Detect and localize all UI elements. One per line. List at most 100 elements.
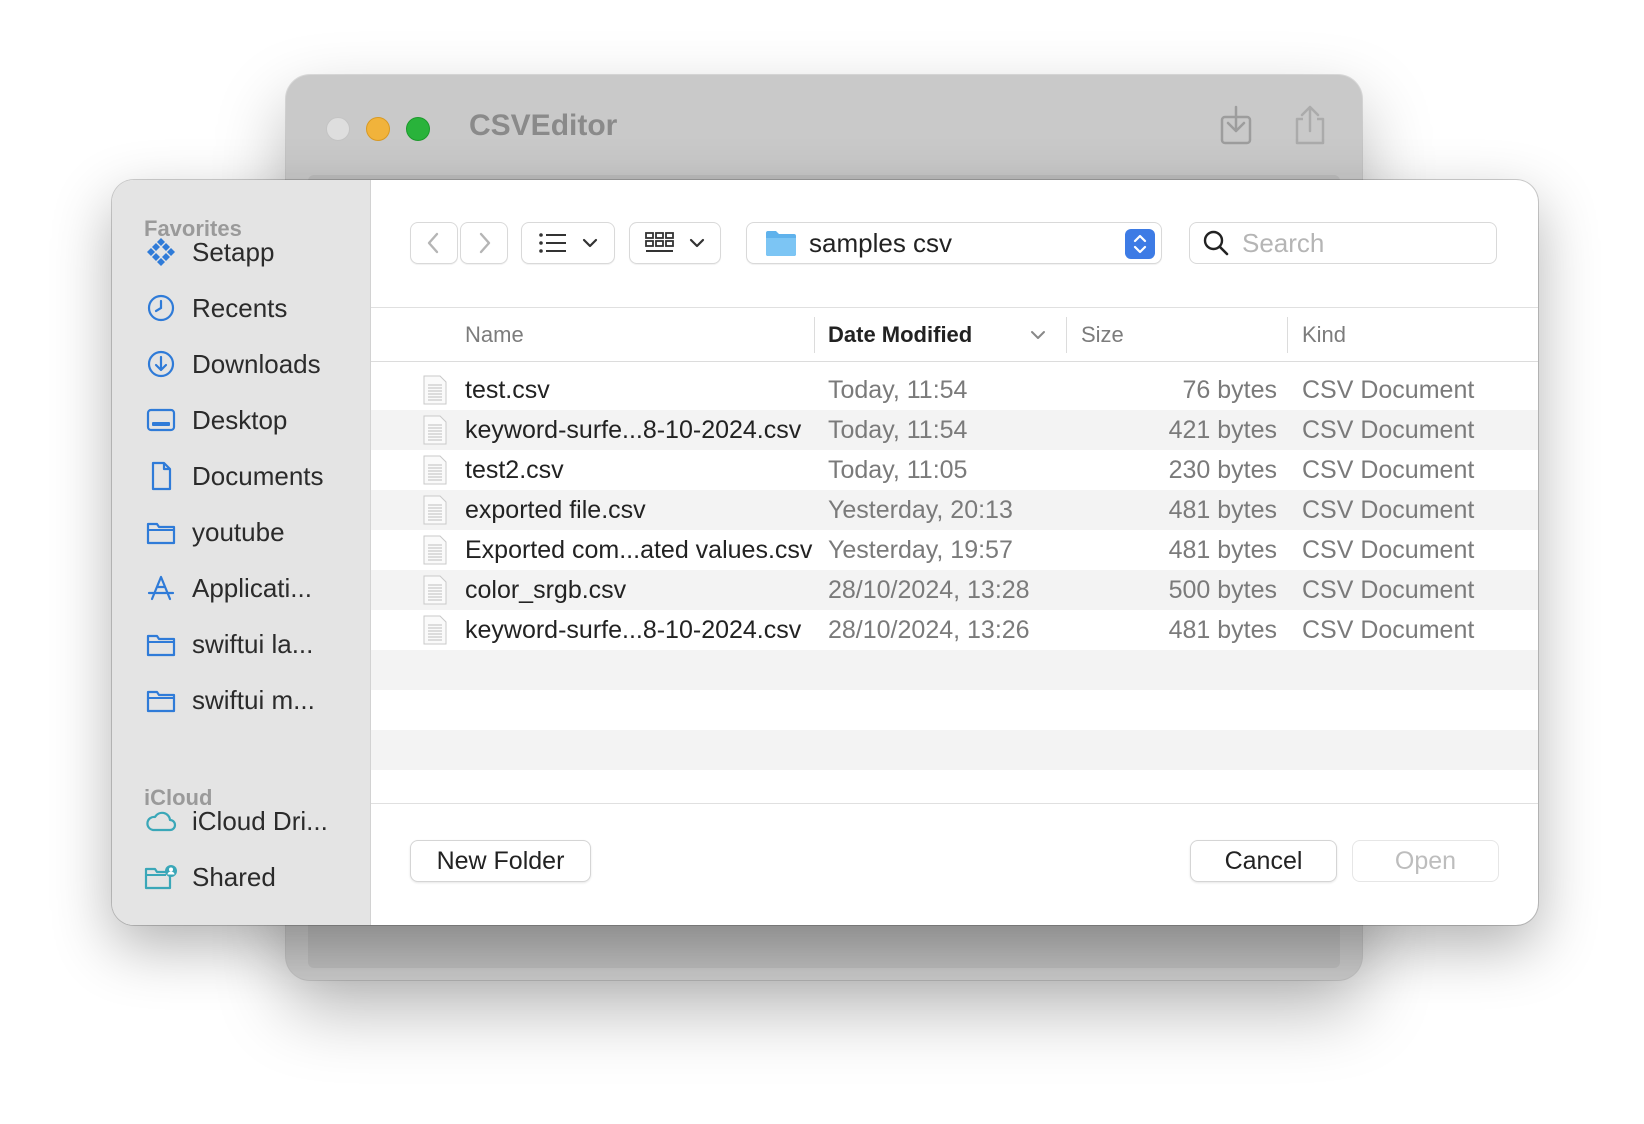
sidebar-item-youtube[interactable]: youtube xyxy=(144,512,364,552)
location-popup[interactable]: samples csv xyxy=(746,222,1162,264)
csv-file-icon xyxy=(423,570,449,610)
zoom-window-button[interactable] xyxy=(406,117,430,141)
sidebar-item-swiftui-la[interactable]: swiftui la... xyxy=(144,624,364,664)
column-label: Date Modified xyxy=(828,321,973,347)
csv-file-icon xyxy=(423,530,449,570)
file-date: Today, 11:54 xyxy=(828,415,968,444)
file-size: 481 bytes xyxy=(1168,535,1277,564)
file-name: keyword-surfe...8-10-2024.csv xyxy=(465,415,802,444)
column-header: Name Date Modified Size Kind xyxy=(371,307,1538,362)
file-size: 76 bytes xyxy=(1182,375,1277,404)
csv-file-icon xyxy=(423,610,449,650)
file-kind: CSV Document xyxy=(1302,375,1475,404)
file-name: keyword-surfe...8-10-2024.csv xyxy=(465,615,802,644)
sidebar-item-icloud-drive[interactable]: iCloud Dri... xyxy=(144,801,364,841)
open-button[interactable]: Open xyxy=(1352,840,1499,882)
sort-chevron-down-icon xyxy=(1031,330,1046,339)
file-name: test2.csv xyxy=(465,455,564,484)
table-row[interactable]: keyword-surfe...8-10-2024.csv Today, 11:… xyxy=(371,410,1538,450)
file-size: 230 bytes xyxy=(1168,455,1277,484)
empty-row xyxy=(371,690,1538,730)
file-date: 28/10/2024, 13:26 xyxy=(828,615,1030,644)
sidebar-item-applications[interactable]: Applicati... xyxy=(144,568,364,608)
file-kind: CSV Document xyxy=(1302,535,1475,564)
file-size: 421 bytes xyxy=(1168,415,1277,444)
table-row[interactable]: color_srgb.csv 28/10/2024, 13:28 500 byt… xyxy=(371,570,1538,610)
chevron-left-icon xyxy=(427,232,439,254)
minimize-window-button[interactable] xyxy=(366,117,390,141)
list-icon xyxy=(539,233,566,253)
file-name: exported file.csv xyxy=(465,495,646,524)
sidebar-item-shared[interactable]: Shared xyxy=(144,857,364,897)
column-date-modified[interactable]: Date Modified xyxy=(828,307,1046,362)
search-icon xyxy=(1203,230,1229,256)
folder-icon xyxy=(144,627,178,661)
file-date: 28/10/2024, 13:28 xyxy=(828,575,1030,604)
folder-icon xyxy=(144,515,178,549)
open-panel: Favorites Setapp Recents Downloads Deskt… xyxy=(112,180,1538,925)
shared-folder-icon xyxy=(144,860,178,894)
sidebar: Favorites Setapp Recents Downloads Deskt… xyxy=(112,180,371,925)
file-kind: CSV Document xyxy=(1302,415,1475,444)
download-icon[interactable] xyxy=(1216,103,1256,147)
column-name[interactable]: Name xyxy=(465,307,524,362)
close-window-button[interactable] xyxy=(326,117,350,141)
column-separator[interactable] xyxy=(814,317,815,353)
file-name: color_srgb.csv xyxy=(465,575,627,604)
csv-file-icon xyxy=(423,370,449,410)
sidebar-item-setapp[interactable]: Setapp xyxy=(144,232,364,272)
new-folder-button[interactable]: New Folder xyxy=(410,840,591,882)
csv-file-icon xyxy=(423,490,449,530)
table-row[interactable]: exported file.csv Yesterday, 20:13 481 b… xyxy=(371,490,1538,530)
sidebar-item-label: iCloud Dri... xyxy=(192,805,328,836)
sidebar-item-label: swiftui m... xyxy=(192,684,315,715)
file-date: Yesterday, 19:57 xyxy=(828,535,1013,564)
table-row[interactable]: keyword-surfe...8-10-2024.csv 28/10/2024… xyxy=(371,610,1538,650)
file-size: 500 bytes xyxy=(1168,575,1277,604)
empty-row xyxy=(371,650,1538,690)
sidebar-item-swiftui-m[interactable]: swiftui m... xyxy=(144,680,364,720)
list-view-button[interactable] xyxy=(521,222,615,264)
folder-icon xyxy=(144,683,178,717)
applications-icon xyxy=(144,571,178,605)
file-name: test.csv xyxy=(465,375,550,404)
sidebar-item-label: Setapp xyxy=(192,236,275,267)
grid-icon xyxy=(645,232,674,252)
chevron-down-icon xyxy=(582,238,598,248)
column-separator[interactable] xyxy=(1066,317,1067,353)
file-date: Today, 11:54 xyxy=(828,375,968,404)
search-field[interactable] xyxy=(1189,222,1497,264)
share-icon[interactable] xyxy=(1290,103,1330,147)
cancel-button[interactable]: Cancel xyxy=(1190,840,1337,882)
sidebar-item-label: swiftui la... xyxy=(192,628,314,659)
sidebar-item-desktop[interactable]: Desktop xyxy=(144,400,364,440)
column-separator[interactable] xyxy=(1287,317,1288,353)
column-kind[interactable]: Kind xyxy=(1302,307,1346,362)
sidebar-item-label: Shared xyxy=(192,861,276,892)
document-icon xyxy=(144,459,178,493)
desktop-icon xyxy=(144,403,178,437)
divider xyxy=(371,803,1538,804)
search-input[interactable] xyxy=(1242,227,1482,259)
sidebar-item-documents[interactable]: Documents xyxy=(144,456,364,496)
app-title: CSVEditor xyxy=(469,109,618,142)
column-size[interactable]: Size xyxy=(1081,307,1124,362)
table-row[interactable]: Exported com...ated values.csv Yesterday… xyxy=(371,530,1538,570)
sidebar-item-label: Recents xyxy=(192,292,288,323)
location-label: samples csv xyxy=(809,227,953,258)
setapp-icon xyxy=(144,235,178,269)
sidebar-item-recents[interactable]: Recents xyxy=(144,288,364,328)
chevron-right-icon xyxy=(479,232,491,254)
file-size: 481 bytes xyxy=(1168,615,1277,644)
back-button[interactable] xyxy=(410,222,458,264)
table-row[interactable]: test.csv Today, 11:54 76 bytes CSV Docum… xyxy=(371,370,1538,410)
clock-icon xyxy=(144,291,178,325)
forward-button[interactable] xyxy=(460,222,508,264)
sidebar-item-downloads[interactable]: Downloads xyxy=(144,344,364,384)
file-size: 481 bytes xyxy=(1168,495,1277,524)
table-row[interactable]: test2.csv Today, 11:05 230 bytes CSV Doc… xyxy=(371,450,1538,490)
file-name: Exported com...ated values.csv xyxy=(465,535,813,564)
file-date: Yesterday, 20:13 xyxy=(828,495,1013,524)
file-kind: CSV Document xyxy=(1302,455,1475,484)
grid-view-button[interactable] xyxy=(629,222,721,264)
